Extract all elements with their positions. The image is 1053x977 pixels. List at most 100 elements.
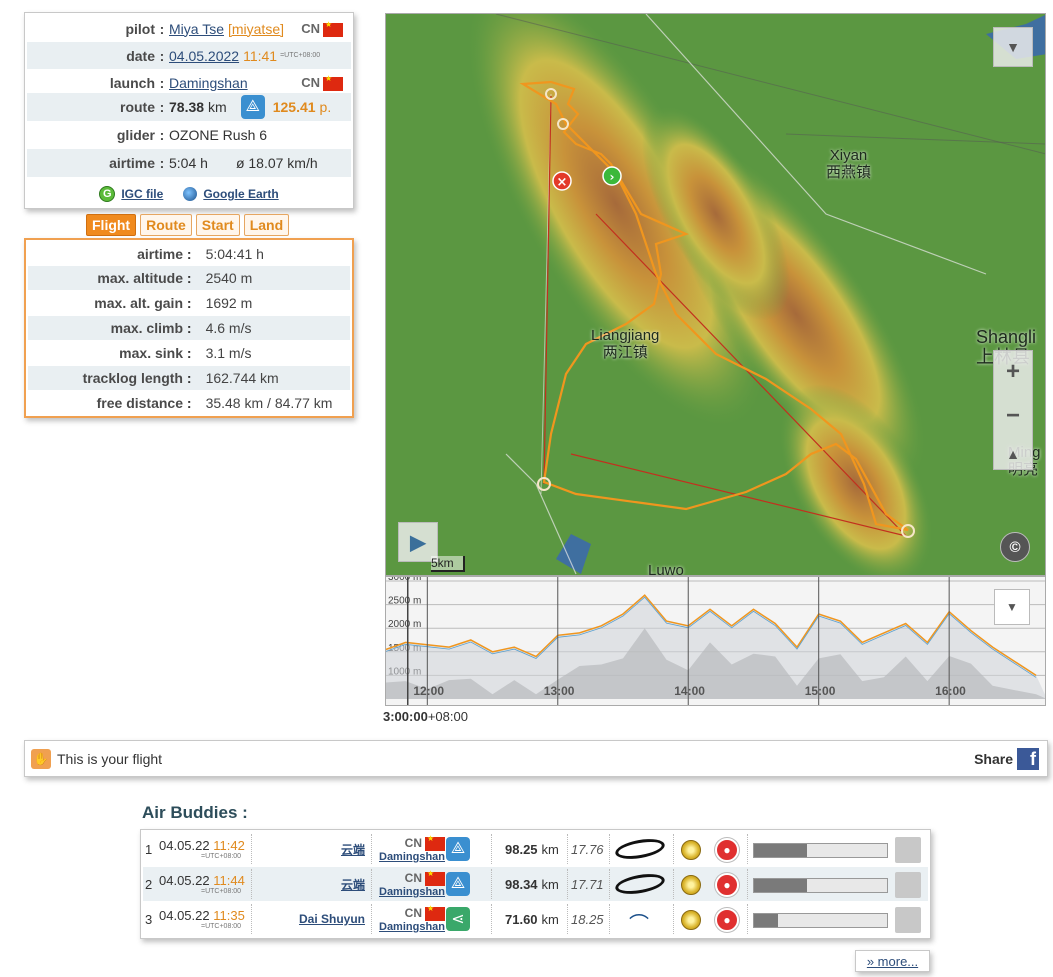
chart-xtick: 16:00 bbox=[935, 684, 966, 698]
flat-triangle-route-icon[interactable]: ⟁ bbox=[240, 95, 265, 119]
tab-route[interactable]: Route bbox=[140, 214, 192, 236]
chart-ytick: 2000 m bbox=[388, 619, 421, 630]
buddy-row[interactable]: 2 04.05.22 11:44=UTC+08:00 云端 CNDamingshan⟁… bbox=[143, 867, 928, 901]
pilot-label: pilot bbox=[125, 20, 155, 37]
zoom-in-button[interactable]: + bbox=[1006, 358, 1020, 386]
airtime-label: airtime bbox=[109, 155, 155, 171]
buddy-pilot-link[interactable]: 云端 bbox=[341, 876, 365, 893]
stat-row: max. altitude :2540 m bbox=[28, 266, 350, 290]
buddy-speed: 17.76 bbox=[571, 841, 604, 857]
buddy-time: 11:42 bbox=[213, 838, 245, 853]
route-type-icon[interactable]: ⋖ bbox=[446, 907, 470, 931]
tab-land[interactable]: Land bbox=[243, 214, 290, 236]
row-number: 1 bbox=[145, 841, 153, 857]
compare-toggle[interactable] bbox=[895, 907, 921, 933]
zoom-out-button[interactable]: − bbox=[1006, 402, 1020, 430]
map-pin-icon[interactable]: ● bbox=[715, 873, 739, 897]
cn-flag-icon bbox=[323, 20, 343, 37]
facebook-icon: f bbox=[1017, 748, 1039, 770]
flight-map[interactable]: × › Xiyan西燕镇 Liangjiang两江镇 Shangli上林县 Mi… bbox=[385, 13, 1046, 576]
pilot-row: pilot : Miya Tse [miyatse] CN bbox=[27, 15, 351, 42]
north-arrow-icon[interactable]: ▲ bbox=[1006, 446, 1020, 462]
your-flight-text: This is your flight bbox=[57, 751, 163, 767]
buddy-launch-link[interactable]: Damingshan bbox=[379, 851, 445, 863]
stat-value: 5:04:41 h bbox=[205, 246, 264, 262]
glider-label: glider bbox=[116, 127, 155, 143]
cn-flag-icon bbox=[425, 904, 446, 921]
stat-value: 162.744 km bbox=[205, 370, 279, 386]
cn-flag-icon bbox=[425, 869, 446, 886]
zoom-control: + − ▲ bbox=[993, 350, 1033, 470]
route-type-icon[interactable]: ⟁ bbox=[446, 872, 470, 896]
compare-toggle[interactable] bbox=[895, 872, 921, 898]
map-pin-icon[interactable]: ● bbox=[715, 838, 739, 862]
buddy-date: 04.05.22 bbox=[159, 873, 210, 888]
compare-toggle[interactable] bbox=[895, 837, 921, 863]
copyright-icon[interactable]: © bbox=[1000, 532, 1030, 562]
share-button[interactable]: Share f bbox=[974, 748, 1039, 770]
airtime-value: 5:04 h bbox=[169, 155, 208, 171]
stat-value: 4.6 m/s bbox=[205, 320, 252, 336]
progress-bar bbox=[753, 913, 888, 928]
stats-tabs: Flight Route Start Land bbox=[86, 214, 290, 236]
launch-country-code: CN bbox=[301, 75, 320, 91]
pilot-handle-link[interactable]: [miyatse] bbox=[228, 21, 284, 37]
timezone: =UTC+08:00 bbox=[280, 52, 321, 59]
google-earth-link[interactable]: Google Earth bbox=[203, 187, 278, 201]
glider-name: OZONE Rush 6 bbox=[169, 127, 268, 143]
stat-row: max. climb :4.6 m/s bbox=[28, 316, 350, 340]
buddy-pilot-link[interactable]: 云端 bbox=[341, 841, 365, 858]
stat-row: free distance :35.48 km / 84.77 km bbox=[28, 391, 350, 415]
buddy-date: 04.05.22 bbox=[159, 908, 210, 923]
date-row: date : 04.05.2022 11:41 =UTC+08:00 bbox=[27, 42, 351, 69]
stat-label: tracklog length bbox=[82, 370, 183, 386]
google-earth-icon bbox=[183, 187, 198, 201]
buddy-row[interactable]: 3 04.05.22 11:35=UTC+08:00 Dai Shuyun CNDam… bbox=[143, 902, 928, 936]
map-label-xiyan: Xiyan 西燕镇 bbox=[826, 147, 872, 181]
glider-row: glider : OZONE Rush 6 bbox=[27, 121, 351, 149]
share-label: Share bbox=[974, 751, 1013, 767]
igc-file-link[interactable]: IGC file bbox=[121, 187, 163, 201]
avg-speed: ø 18.07 km/h bbox=[235, 155, 318, 171]
map-menu-chevron-down-icon[interactable]: ▼ bbox=[993, 27, 1033, 67]
medal-icon[interactable] bbox=[681, 875, 701, 895]
progress-bar bbox=[753, 878, 888, 893]
medal-icon[interactable] bbox=[681, 840, 701, 860]
launch-row: launch : Damingshan CN bbox=[27, 69, 351, 96]
launch-link[interactable]: Damingshan bbox=[169, 75, 248, 91]
buddy-launch-link[interactable]: Damingshan bbox=[379, 886, 445, 898]
buddy-launch-link[interactable]: Damingshan bbox=[379, 921, 445, 933]
buddy-pilot-link[interactable]: Dai Shuyun bbox=[299, 912, 365, 926]
ozone-logo-icon bbox=[613, 870, 667, 898]
stat-label: max. altitude bbox=[97, 270, 183, 286]
tab-flight[interactable]: Flight bbox=[86, 214, 137, 236]
buddy-tz: =UTC+08:00 bbox=[201, 888, 242, 895]
map-label-liangjiang: Liangjiang 两江镇 bbox=[591, 327, 660, 361]
download-links: G IGC file Google Earth bbox=[25, 181, 353, 207]
chart-xtick: 14:00 bbox=[674, 684, 705, 698]
ozone-logo-icon bbox=[613, 835, 667, 863]
medal-icon[interactable] bbox=[681, 910, 701, 930]
date-label: date bbox=[126, 47, 155, 64]
route-points: 125.41 bbox=[272, 99, 316, 115]
altitude-profile: 1000 m1500 m2000 m2500 m3000 m12:0013:00… bbox=[386, 577, 1045, 705]
igc-file-icon: G bbox=[99, 186, 116, 202]
route-type-icon[interactable]: ⟁ bbox=[446, 837, 470, 861]
date-link[interactable]: 04.05.2022 bbox=[169, 48, 239, 64]
cn-flag-icon bbox=[425, 834, 446, 851]
chart-ytick: 3000 m bbox=[388, 577, 421, 583]
flight-info-card: pilot : Miya Tse [miyatse] CN date : 04.… bbox=[24, 12, 354, 209]
buddy-date: 04.05.22 bbox=[159, 838, 210, 853]
stat-label: airtime bbox=[137, 246, 183, 262]
pilot-name-link[interactable]: Miya Tse bbox=[169, 21, 224, 37]
buddy-row[interactable]: 1 04.05.22 11:42=UTC+08:00 云端 CNDamingshan⟁… bbox=[143, 832, 928, 866]
tab-start[interactable]: Start bbox=[195, 214, 240, 236]
buddy-country: CN bbox=[404, 871, 423, 886]
chart-menu-chevron-down-icon[interactable]: ▼ bbox=[994, 589, 1030, 625]
stat-label: max. sink bbox=[119, 345, 183, 361]
more-link[interactable]: » more... bbox=[855, 950, 930, 972]
elevation-chart[interactable]: 1000 m1500 m2000 m2500 m3000 m12:0013:00… bbox=[385, 576, 1046, 706]
map-pin-icon[interactable]: ● bbox=[715, 908, 739, 932]
country-code: CN bbox=[301, 21, 320, 37]
stat-label: free distance bbox=[96, 395, 183, 411]
